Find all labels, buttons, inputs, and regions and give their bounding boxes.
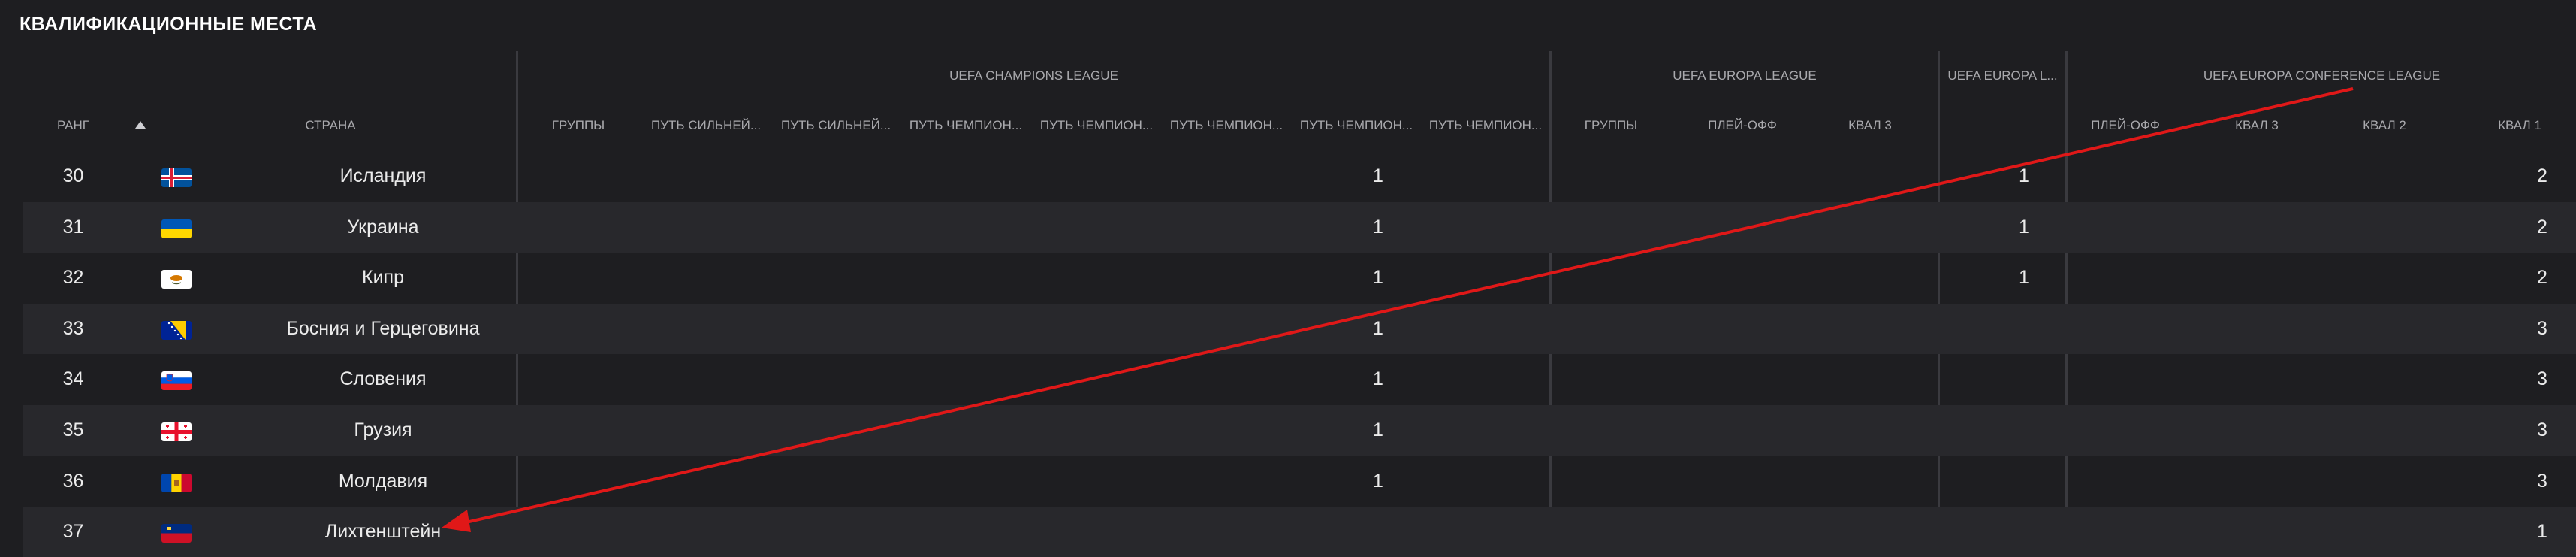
header-ucl-p1[interactable]: ПУТЬ СИЛЬНЕЙ... bbox=[642, 118, 770, 135]
uecl-q1-cell: 2 bbox=[2537, 165, 2547, 186]
rank-cell: 32 bbox=[62, 267, 84, 289]
ucl-path-cell: 1 bbox=[1373, 368, 1383, 390]
uecl-q1-cell: 3 bbox=[2537, 470, 2547, 492]
slovenia-flag-icon bbox=[161, 371, 192, 391]
uecl-q1-cell: 3 bbox=[2537, 368, 2547, 390]
country-cell: Лихтенштейн bbox=[324, 521, 442, 543]
table-row[interactable]: 33 Босния и Герцеговина 1 3 bbox=[23, 303, 2576, 354]
ucl-path-cell: 1 bbox=[1373, 165, 1383, 186]
uel-cell bbox=[1938, 456, 2110, 507]
header-uecl-q3[interactable]: КВАЛ 3 bbox=[2204, 118, 2309, 135]
page-title: КВАЛИФИКАЦИОННЫЕ МЕСТА bbox=[20, 14, 318, 35]
ucl-path-cell: 1 bbox=[1373, 267, 1383, 289]
table-row[interactable]: 32 Кипр 1 1 2 bbox=[23, 253, 2576, 303]
header-uel-playoff[interactable]: ПЛЕЙ-ОФФ bbox=[1690, 118, 1795, 135]
rank-cell: 31 bbox=[62, 216, 84, 238]
uel-cell bbox=[1938, 507, 2110, 557]
header-uel-groups[interactable]: ГРУППЫ bbox=[1570, 118, 1652, 135]
uel-cell: 1 bbox=[2019, 165, 2029, 186]
uel-cell bbox=[1938, 354, 2110, 404]
header-ucl-p4[interactable]: ПУТЬ ЧЕМПИОН... bbox=[1032, 118, 1161, 135]
header-uecl-playoff[interactable]: ПЛЕЙ-ОФФ bbox=[2073, 118, 2178, 135]
group-ucl: UEFA CHAMPIONS LEAGUE bbox=[949, 68, 1118, 83]
group-uel-short: UEFA EUROPA L... bbox=[1947, 68, 2058, 83]
uel-cell bbox=[1938, 304, 2110, 354]
table-row[interactable]: 34 Словения 1 3 bbox=[23, 354, 2576, 404]
header-ucl-p3[interactable]: ПУТЬ ЧЕМПИОН... bbox=[901, 118, 1030, 135]
table-row[interactable]: 35 Грузия 1 3 bbox=[23, 405, 2576, 456]
group-uel: UEFA EUROPA LEAGUE bbox=[1673, 68, 1817, 83]
moldova-flag-icon bbox=[161, 473, 192, 492]
header-country[interactable]: СТРАНА bbox=[218, 118, 443, 135]
country-cell: Исландия bbox=[339, 165, 427, 186]
header-ucl-p5[interactable]: ПУТЬ ЧЕМПИОН... bbox=[1162, 118, 1291, 135]
country-cell: Украина bbox=[347, 216, 419, 238]
table-row[interactable]: 36 Молдавия 1 3 bbox=[23, 456, 2576, 507]
iceland-flag-icon bbox=[161, 168, 192, 187]
uecl-q1-cell: 3 bbox=[2537, 317, 2547, 339]
rank-cell: 37 bbox=[62, 521, 84, 543]
rank-cell: 34 bbox=[62, 368, 84, 390]
georgia-flag-icon bbox=[161, 422, 192, 441]
header-ucl-p7[interactable]: ПУТЬ ЧЕМПИОН... bbox=[1422, 118, 1549, 135]
uecl-q1-cell: 2 bbox=[2537, 216, 2547, 238]
country-cell: Босния и Герцеговина bbox=[286, 317, 480, 339]
country-cell: Грузия bbox=[354, 419, 412, 440]
bosnia-flag-icon bbox=[161, 320, 192, 340]
table-row[interactable]: 31 Украина 1 1 2 bbox=[23, 201, 2576, 253]
header-ucl-p6[interactable]: ПУТЬ ЧЕМПИОН... bbox=[1292, 118, 1421, 135]
rank-cell: 30 bbox=[62, 165, 84, 186]
uecl-q1-cell: 3 bbox=[2537, 419, 2547, 440]
rank-cell: 35 bbox=[62, 419, 84, 440]
country-cell: Словения bbox=[339, 368, 427, 390]
table-row[interactable]: 30 Исландия 1 1 2 bbox=[23, 151, 2576, 201]
header-uel-q3[interactable]: КВАЛ 3 bbox=[1817, 118, 1923, 135]
uecl-q1-cell: 2 bbox=[2537, 267, 2547, 289]
ukraine-flag-icon bbox=[161, 219, 192, 238]
rank-cell: 36 bbox=[62, 470, 84, 492]
header-uecl-q2[interactable]: КВАЛ 2 bbox=[2332, 118, 2437, 135]
uel-cell: 1 bbox=[2019, 216, 2029, 238]
ucl-path-cell: 1 bbox=[1373, 419, 1383, 440]
country-cell: Кипр bbox=[362, 267, 404, 289]
ucl-path-cell: 1 bbox=[1373, 470, 1383, 492]
sort-ascending-icon[interactable] bbox=[135, 121, 146, 129]
header-ucl-groups[interactable]: ГРУППЫ bbox=[533, 118, 623, 135]
group-uecl: UEFA EUROPA CONFERENCE LEAGUE bbox=[2203, 68, 2441, 83]
header-rank[interactable]: РАНГ bbox=[30, 118, 116, 135]
liechtenstein-flag-icon bbox=[161, 524, 192, 543]
table-row[interactable]: 37 Лихтенштейн 1 bbox=[23, 507, 2576, 557]
cyprus-flag-icon bbox=[161, 270, 192, 289]
uecl-q1-cell: 1 bbox=[2537, 521, 2547, 543]
uel-cell: 1 bbox=[2019, 267, 2029, 289]
header-ucl-p2[interactable]: ПУТЬ СИЛЬНЕЙ... bbox=[772, 118, 900, 135]
ucl-path-cell: 1 bbox=[1373, 317, 1383, 339]
ucl-path-cell bbox=[1292, 507, 1464, 557]
country-cell: Молдавия bbox=[338, 470, 428, 492]
header-uecl-q1[interactable]: КВАЛ 1 bbox=[2467, 118, 2572, 135]
uel-cell bbox=[1938, 405, 2110, 456]
rank-cell: 33 bbox=[62, 317, 84, 339]
ucl-path-cell: 1 bbox=[1373, 216, 1383, 238]
